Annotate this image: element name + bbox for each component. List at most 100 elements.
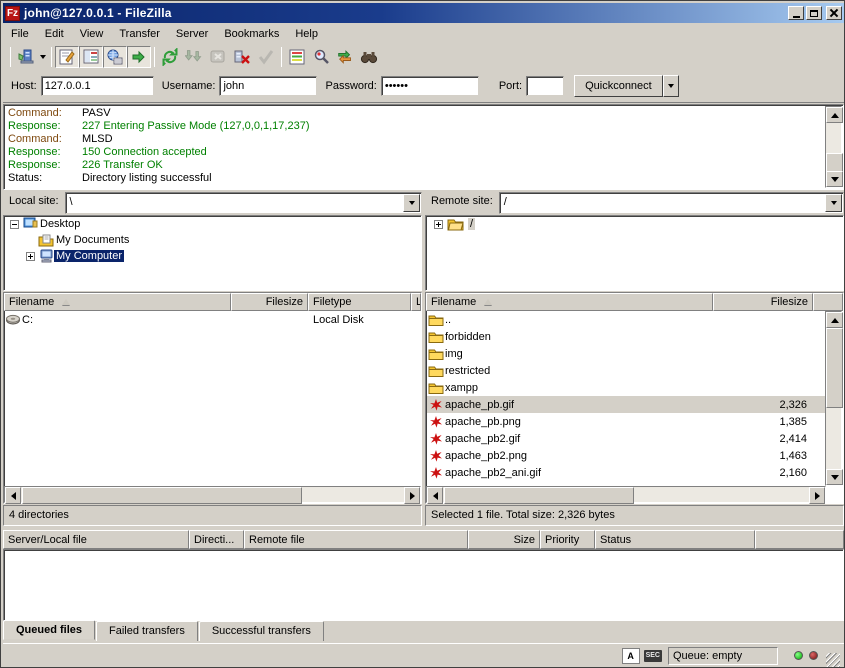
host-input[interactable] — [41, 76, 154, 96]
scroll-right-button[interactable] — [809, 487, 825, 504]
close-button[interactable] — [826, 6, 842, 20]
file-row-selected[interactable]: apache_pb.gif 2,326 — [427, 396, 825, 413]
menu-server[interactable]: Server — [168, 26, 216, 42]
image-file-icon — [429, 449, 443, 462]
column-header-filesize[interactable]: Filesize — [713, 293, 813, 311]
scroll-left-button[interactable] — [5, 487, 21, 504]
local-status-text: 4 directories — [9, 509, 69, 521]
file-row[interactable]: forbidden — [427, 328, 825, 345]
file-name: apache_pb.png — [445, 416, 713, 428]
column-header-filetype[interactable]: Filetype — [308, 293, 411, 311]
remote-list-hscrollbar[interactable] — [426, 486, 826, 503]
transfer-type-indicator-icon[interactable]: A — [622, 648, 640, 664]
reconnect-button[interactable] — [254, 46, 278, 68]
tab-queued-files[interactable]: Queued files — [3, 620, 95, 640]
port-input[interactable] — [526, 76, 564, 96]
scroll-thumb[interactable] — [826, 328, 843, 408]
minimize-button[interactable] — [788, 6, 804, 20]
site-manager-dropdown[interactable] — [38, 46, 48, 68]
find-files-button[interactable] — [357, 46, 381, 68]
chevron-down-icon — [668, 84, 674, 88]
minimize-icon — [793, 16, 800, 18]
scroll-thumb[interactable] — [22, 487, 302, 504]
tab-successful-transfers[interactable]: Successful transfers — [199, 621, 324, 641]
resize-grip[interactable] — [826, 653, 840, 667]
scroll-down-button[interactable] — [826, 469, 843, 485]
password-input[interactable] — [381, 76, 479, 96]
toggle-local-tree-button[interactable] — [79, 46, 103, 68]
local-tree: Desktop My Documents My Computer — [3, 215, 422, 291]
site-manager-button[interactable] — [14, 46, 38, 68]
toggle-message-log-button[interactable] — [55, 46, 79, 68]
column-header-filename[interactable]: Filename — [426, 293, 713, 311]
file-row-c-drive[interactable]: C: Local Disk — [4, 311, 421, 328]
local-list-hscrollbar[interactable] — [4, 486, 421, 503]
tree-item-desktop[interactable]: Desktop — [4, 216, 421, 232]
file-row[interactable]: restricted — [427, 362, 825, 379]
tree-item-label: Desktop — [38, 218, 82, 230]
column-header-filename[interactable]: Filename — [4, 293, 231, 311]
menu-transfer[interactable]: Transfer — [111, 26, 168, 42]
disconnect-button[interactable] — [230, 46, 254, 68]
file-row[interactable]: apache_pb2_ani.gif 2,160 — [427, 464, 825, 481]
scroll-left-button[interactable] — [427, 487, 443, 504]
menu-help[interactable]: Help — [287, 26, 326, 42]
username-input[interactable] — [219, 76, 317, 96]
file-row[interactable]: xampp — [427, 379, 825, 396]
combo-dropdown-button[interactable] — [403, 194, 420, 212]
toggle-remote-tree-button[interactable] — [103, 46, 127, 68]
filter-button[interactable] — [285, 46, 309, 68]
expand-icon[interactable] — [26, 252, 35, 261]
scroll-thumb[interactable] — [826, 153, 843, 173]
collapse-icon[interactable] — [10, 220, 19, 229]
menu-view[interactable]: View — [72, 26, 112, 42]
scroll-right-button[interactable] — [404, 487, 420, 504]
column-header-last-modified[interactable]: L — [411, 293, 421, 311]
menu-bookmarks[interactable]: Bookmarks — [216, 26, 287, 42]
scroll-up-button[interactable] — [826, 107, 843, 123]
remote-site-combo[interactable]: / — [499, 192, 844, 214]
tab-failed-transfers[interactable]: Failed transfers — [96, 621, 198, 641]
file-row[interactable]: img — [427, 345, 825, 362]
menu-edit[interactable]: Edit — [37, 26, 72, 42]
quickconnect-button[interactable]: Quickconnect — [574, 75, 663, 97]
maximize-button[interactable] — [806, 6, 822, 20]
synchronized-browsing-button[interactable] — [333, 46, 357, 68]
security-indicator-icon[interactable]: SEC — [644, 650, 662, 662]
column-header-priority[interactable]: Priority — [540, 530, 595, 549]
combo-dropdown-button[interactable] — [825, 194, 842, 212]
column-header-remote-file[interactable]: Remote file — [244, 530, 468, 549]
scroll-thumb[interactable] — [444, 487, 634, 504]
scroll-up-button[interactable] — [826, 312, 843, 328]
file-size: 2,160 — [713, 467, 813, 479]
remote-tree-icon — [106, 48, 124, 66]
expand-icon[interactable] — [434, 220, 443, 229]
file-row[interactable]: apache_pb.png 1,385 — [427, 413, 825, 430]
directory-compare-button[interactable] — [309, 46, 333, 68]
file-row[interactable]: .. — [427, 311, 825, 328]
column-header-spacer — [813, 293, 843, 311]
scroll-down-button[interactable] — [826, 171, 843, 187]
menu-file[interactable]: File — [3, 26, 37, 42]
column-header-status[interactable]: Status — [595, 530, 755, 549]
remote-list-vscrollbar[interactable] — [825, 311, 842, 486]
tree-item-my-documents[interactable]: My Documents — [4, 232, 421, 248]
column-header-server-local-file[interactable]: Server/Local file — [3, 530, 189, 549]
title-bar[interactable]: Fz john@127.0.0.1 - FileZilla — [3, 3, 844, 23]
file-row[interactable]: apache_pb2.gif 2,414 — [427, 430, 825, 447]
process-queue-button[interactable] — [182, 46, 206, 68]
cancel-operation-button[interactable] — [206, 46, 230, 68]
tree-item-my-computer[interactable]: My Computer — [4, 248, 421, 264]
tree-item-label: / — [468, 218, 475, 230]
file-row[interactable]: apache_pb2.png 1,463 — [427, 447, 825, 464]
local-site-combo[interactable]: \ — [65, 192, 422, 214]
refresh-button[interactable] — [158, 46, 182, 68]
tree-item-root[interactable]: / — [426, 216, 843, 232]
log-scrollbar[interactable] — [825, 106, 842, 188]
column-header-direction[interactable]: Directi... — [189, 530, 244, 549]
remote-list-status: Selected 1 file. Total size: 2,326 bytes — [425, 505, 844, 526]
column-header-filesize[interactable]: Filesize — [231, 293, 308, 311]
quickconnect-dropdown[interactable] — [663, 75, 679, 97]
column-header-size[interactable]: Size — [468, 530, 540, 549]
toggle-queue-button[interactable] — [127, 46, 151, 68]
